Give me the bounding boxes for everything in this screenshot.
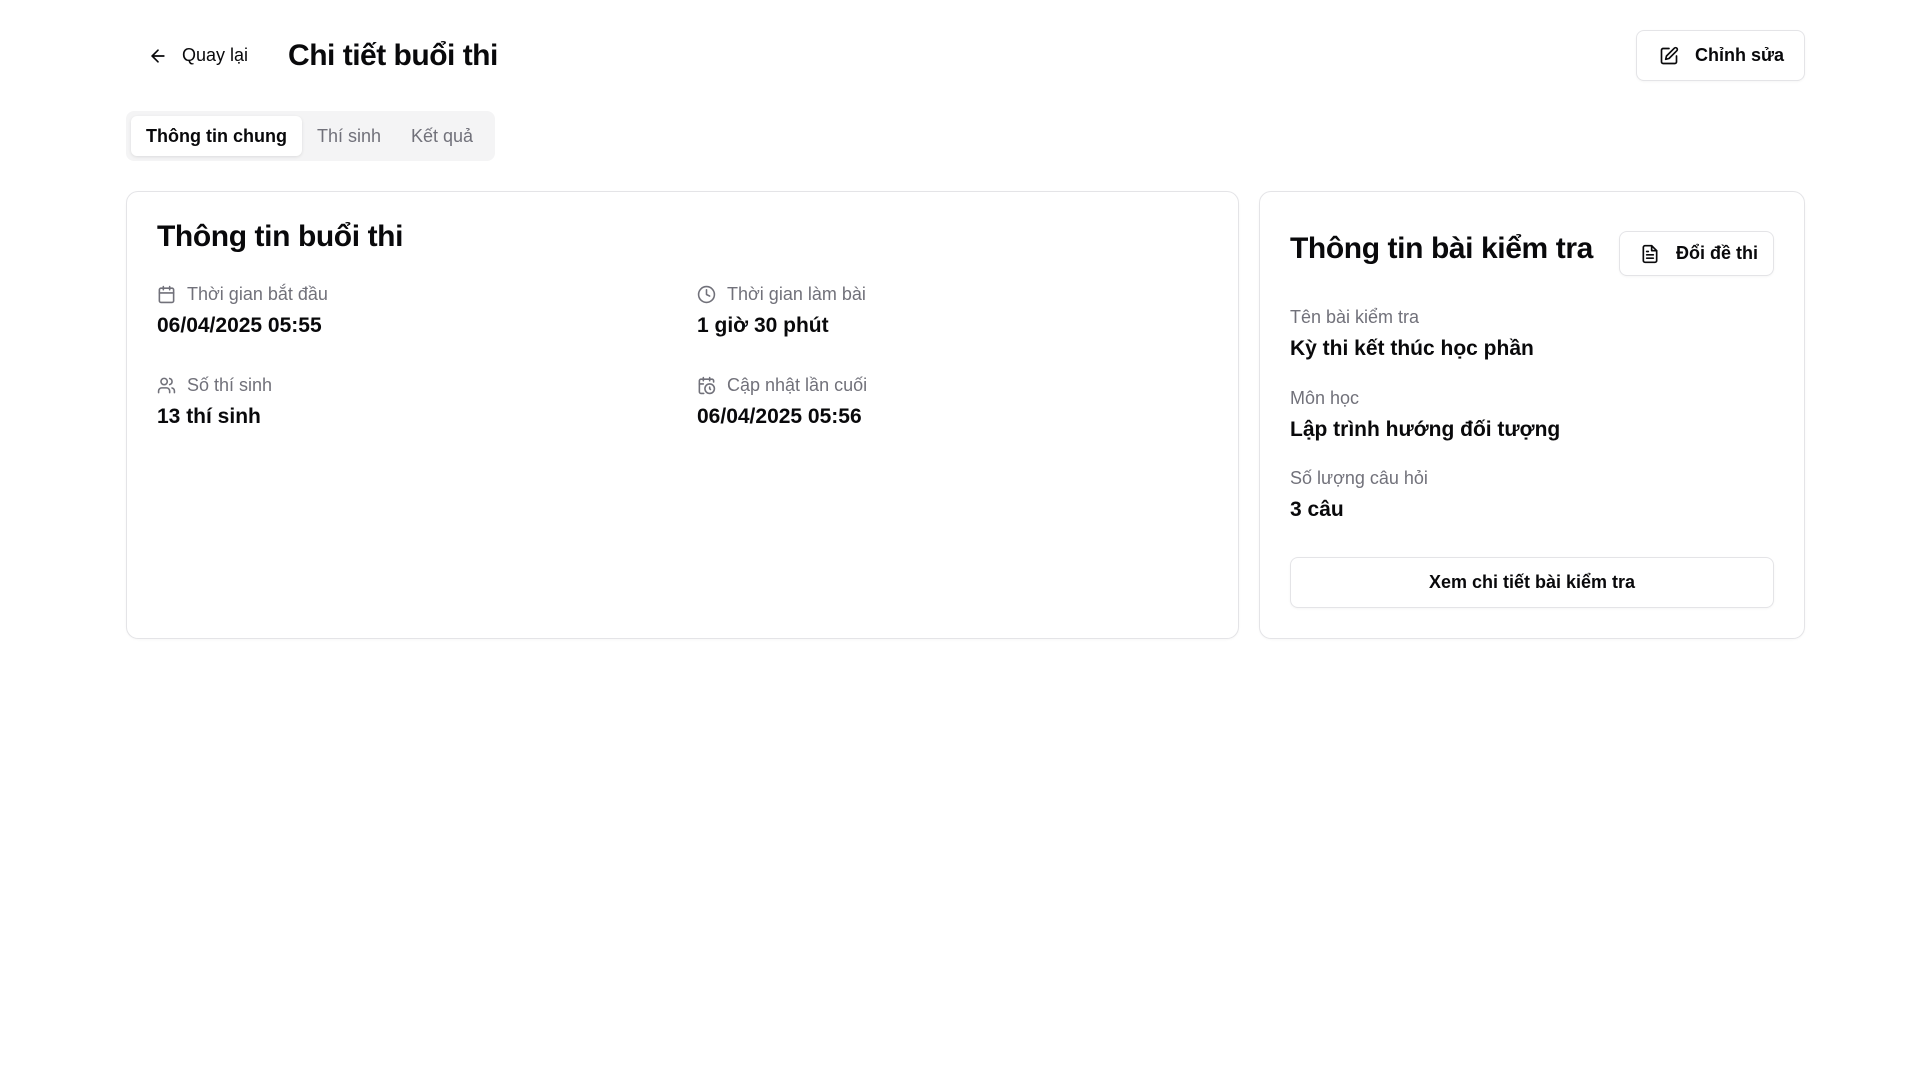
candidates-value: 13 thí sinh bbox=[157, 405, 261, 428]
page: Quay lại Chi tiết buổi thi Chỉnh sửa Thô… bbox=[0, 0, 1920, 1080]
duration-label: Thời gian làm bài bbox=[727, 283, 866, 304]
session-info-title: Thông tin buổi thi bbox=[157, 220, 404, 253]
arrow-left-icon bbox=[151, 48, 165, 63]
question-count-field: Số lượng câu hỏi 3 câu bbox=[1290, 468, 1428, 522]
start-time-item: Thời gian bắt đầu 06/04/2025 05:55 bbox=[157, 282, 328, 338]
duration-value: 1 giờ 30 phút bbox=[697, 314, 829, 337]
change-exam-label: Đổi đề thi bbox=[1676, 243, 1758, 263]
users-icon bbox=[157, 377, 176, 393]
edit-button[interactable]: Chỉnh sửa bbox=[1635, 30, 1805, 81]
tab-candidates[interactable]: Thí sinh bbox=[302, 116, 396, 156]
edit-button-label: Chỉnh sửa bbox=[1694, 45, 1784, 65]
start-time-label: Thời gian bắt đầu bbox=[187, 283, 328, 304]
back-button-label: Quay lại bbox=[182, 45, 249, 65]
candidates-item: Số thí sinh 13 thí sinh bbox=[157, 373, 272, 429]
subject-label: Môn học bbox=[1290, 388, 1360, 408]
calendar-icon bbox=[158, 285, 175, 303]
clock-icon bbox=[697, 285, 716, 303]
test-name-value: Kỳ thi kết thúc học phần bbox=[1290, 337, 1534, 360]
back-button[interactable]: Quay lại bbox=[134, 36, 262, 76]
view-test-detail-button[interactable]: Xem chi tiết bài kiểm tra bbox=[1290, 557, 1774, 608]
tab-general-info[interactable]: Thông tin chung bbox=[131, 116, 302, 156]
test-name-label: Tên bài kiểm tra bbox=[1290, 307, 1420, 327]
test-info-card: Thông tin bài kiểm tra Đổi đề thi Tên bà… bbox=[1259, 191, 1805, 639]
last-updated-value: 06/04/2025 05:56 bbox=[697, 405, 862, 428]
page-header: Quay lại Chi tiết buổi thi Chỉnh sửa bbox=[126, 30, 1805, 81]
question-count-value: 3 câu bbox=[1290, 498, 1344, 521]
tab-results[interactable]: Kết quả bbox=[396, 116, 488, 156]
calendar-clock-icon bbox=[698, 376, 716, 394]
question-count-label: Số lượng câu hỏi bbox=[1290, 468, 1428, 488]
subject-field: Môn học Lập trình hướng đối tượng bbox=[1290, 388, 1560, 442]
subject-value: Lập trình hướng đối tượng bbox=[1290, 418, 1561, 441]
test-name-field: Tên bài kiểm tra Kỳ thi kết thúc học phầ… bbox=[1290, 307, 1534, 361]
candidates-label: Số thí sinh bbox=[187, 374, 273, 395]
file-text-icon bbox=[1642, 244, 1658, 263]
tab-list: Thông tin chung Thí sinh Kết quả bbox=[126, 111, 495, 161]
session-info-card: Thông tin buổi thi Thời gian bắt đầu 06/… bbox=[126, 191, 1239, 639]
change-exam-button[interactable]: Đổi đề thi bbox=[1619, 231, 1774, 276]
start-time-value: 06/04/2025 05:55 bbox=[157, 314, 322, 337]
page-title: Chi tiết buổi thi bbox=[288, 38, 498, 72]
test-info-title: Thông tin bài kiểm tra bbox=[1290, 232, 1593, 265]
last-updated-item: Cập nhật lần cuối 06/04/2025 05:56 bbox=[697, 373, 867, 429]
last-updated-label: Cập nhật lần cuối bbox=[727, 374, 868, 395]
duration-item: Thời gian làm bài 1 giờ 30 phút bbox=[697, 282, 866, 338]
edit-icon bbox=[1660, 46, 1679, 64]
